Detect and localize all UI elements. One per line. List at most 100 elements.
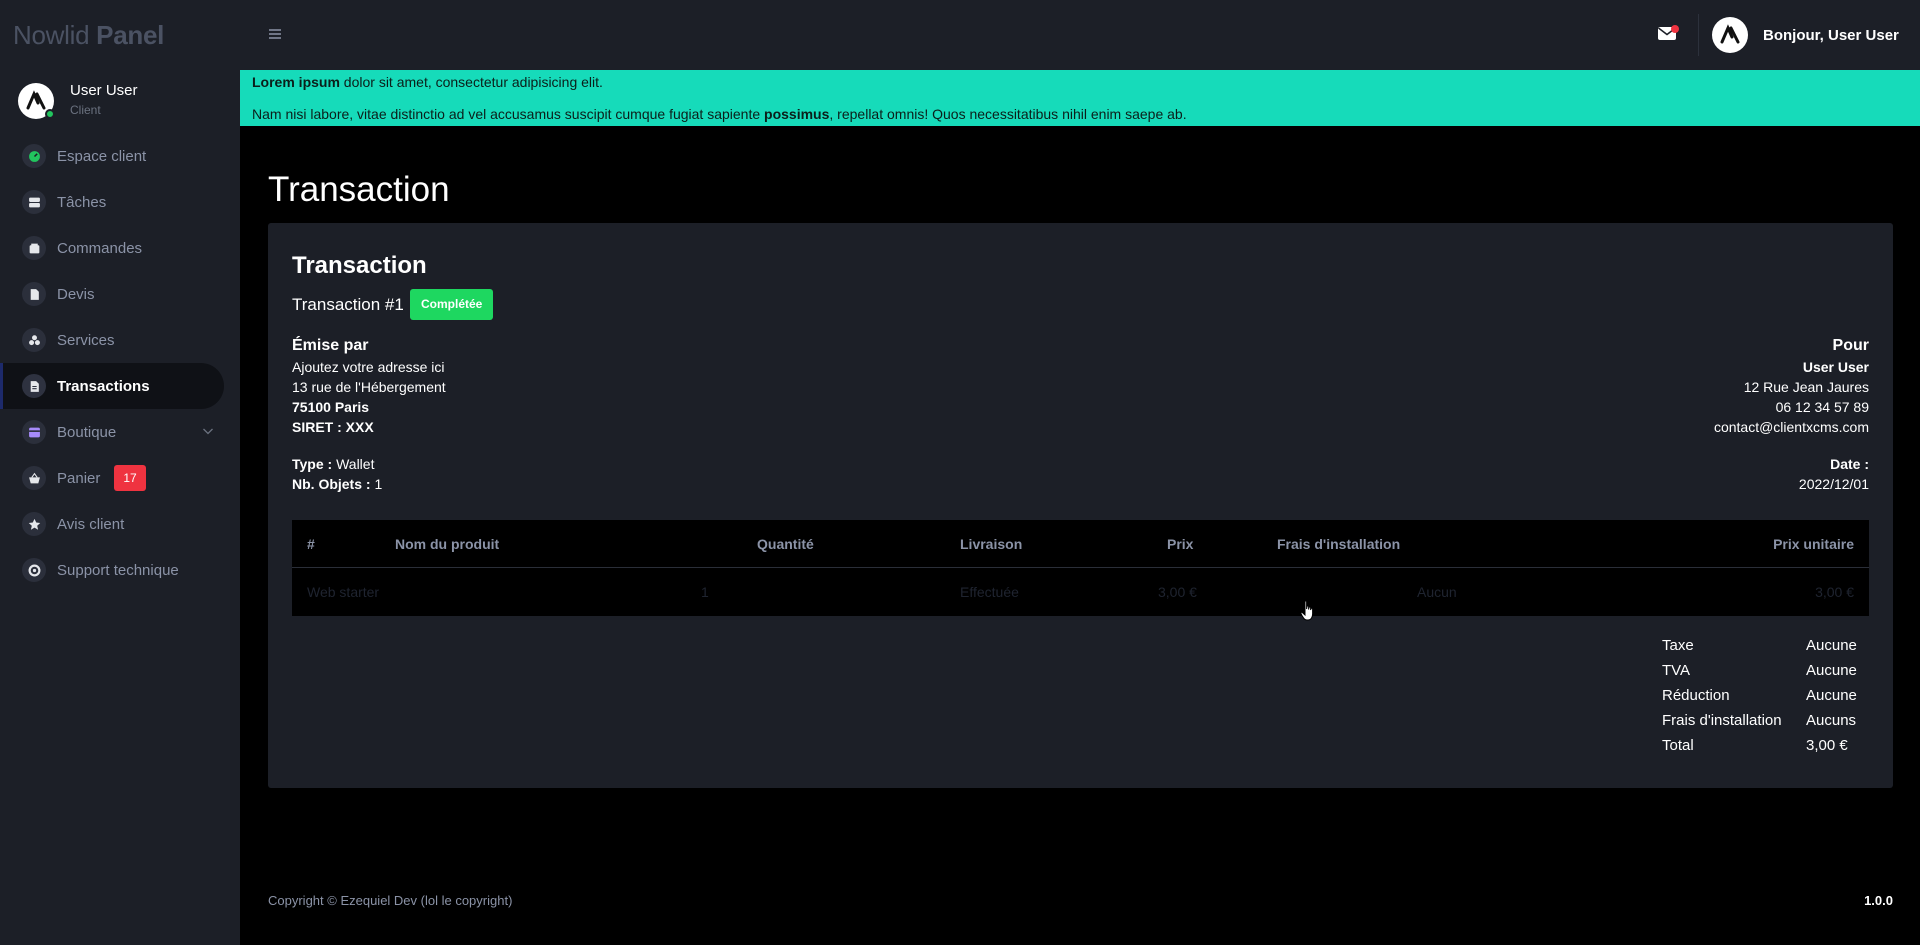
totals-label: Taxe bbox=[1662, 637, 1694, 654]
column-header: Frais d'installation bbox=[1277, 536, 1401, 552]
dashboard-icon bbox=[22, 144, 46, 168]
sidebar-item-label: Boutique bbox=[57, 423, 117, 441]
box-icon bbox=[22, 236, 46, 260]
alert-bold-text: Lorem ipsum bbox=[252, 74, 340, 90]
brand-name-light: Nowlid bbox=[13, 20, 97, 50]
objects-label: Nb. Objets : bbox=[292, 476, 371, 492]
quantity-cell: 1 bbox=[701, 584, 709, 600]
product-name-cell: Web starter bbox=[307, 584, 380, 600]
column-header: Prix unitaire bbox=[1773, 536, 1854, 552]
totals-row: Réduction Aucune bbox=[1662, 687, 1862, 712]
recipient-heading: Pour bbox=[1832, 337, 1869, 354]
sidebar-item-label: Devis bbox=[57, 285, 95, 303]
transaction-card: Transaction Transaction #1 Complétée Émi… bbox=[268, 223, 1893, 788]
sidebar-item-support-technique[interactable]: Support technique bbox=[0, 547, 240, 593]
totals-value: Aucune bbox=[1806, 662, 1857, 679]
hand-cursor-icon bbox=[1300, 600, 1314, 621]
store-icon bbox=[22, 420, 46, 444]
totals-label: TVA bbox=[1662, 662, 1691, 679]
transaction-meta: Type : Wallet Nb. Objets : 1 bbox=[292, 454, 382, 494]
file-icon bbox=[22, 282, 46, 306]
setup-fee-cell: Aucun bbox=[1417, 584, 1457, 600]
footer-version: 1.0.0 bbox=[1864, 893, 1893, 908]
recipient-phone: 06 12 34 57 89 bbox=[1775, 399, 1869, 415]
sidebar-item-label: Commandes bbox=[57, 239, 143, 257]
logo-icon bbox=[26, 89, 46, 109]
table-row[interactable]: Web starter 1 Effectuée 3,00 € Aucun 3,0… bbox=[292, 568, 1869, 616]
sidebar-item-label: Espace client bbox=[57, 147, 147, 165]
column-header: Prix bbox=[1167, 536, 1194, 552]
chevron-down-icon[interactable] bbox=[202, 425, 214, 437]
issuer-heading: Émise par bbox=[292, 337, 369, 354]
column-header: # bbox=[307, 536, 315, 552]
date-label: Date : bbox=[1830, 456, 1869, 472]
card-title: Transaction bbox=[292, 252, 427, 279]
menu-icon[interactable] bbox=[268, 27, 282, 41]
alert-text: , repellat omnis! Quos necessitatibus ni… bbox=[829, 106, 1187, 122]
sidebar-item-commandes[interactable]: Commandes bbox=[0, 225, 240, 271]
objects-value: 1 bbox=[370, 476, 383, 492]
cart-count-badge: 17 bbox=[114, 465, 146, 491]
sidebar-user-role: Client bbox=[70, 103, 101, 117]
user-greeting[interactable]: Bonjour, User User bbox=[1763, 27, 1899, 44]
lifebuoy-icon bbox=[22, 558, 46, 582]
unit-price-cell: 3,00 € bbox=[1815, 584, 1854, 600]
logo-icon bbox=[1720, 24, 1740, 44]
divider bbox=[1698, 14, 1699, 56]
totals-row: Frais d'installation Aucuns bbox=[1662, 712, 1862, 737]
sidebar-item-transactions[interactable]: Transactions bbox=[0, 363, 224, 409]
server-icon bbox=[22, 190, 46, 214]
page-title: Transaction bbox=[268, 170, 450, 209]
status-badge: Complétée bbox=[410, 289, 494, 320]
avatar bbox=[18, 82, 55, 119]
footer-copyright: Copyright © Ezequiel Dev (lol le copyrig… bbox=[268, 893, 513, 908]
notification-dot bbox=[1671, 25, 1679, 33]
totals-label: Réduction bbox=[1662, 687, 1730, 704]
issuer-block: Émise par Ajoutez votre adresse ici 13 r… bbox=[292, 335, 446, 437]
alert-text: Nam nisi labore, vitae distinctio ad vel… bbox=[252, 106, 765, 122]
totals-value: Aucune bbox=[1806, 637, 1857, 654]
cubes-icon bbox=[22, 328, 46, 352]
totals-value: Aucuns bbox=[1806, 712, 1857, 729]
sidebar-user-name: User User bbox=[70, 82, 138, 99]
sidebar-item-panier[interactable]: Panier 17 bbox=[0, 455, 240, 501]
totals-row: Taxe Aucune bbox=[1662, 637, 1862, 662]
sidebar-item-label: Tâches bbox=[57, 193, 107, 211]
totals-value: 3,00 € bbox=[1806, 737, 1848, 754]
sidebar-item-label: Panier bbox=[57, 469, 101, 487]
brand-logo[interactable]: Nowlid Panel bbox=[13, 20, 164, 51]
recipient-email: contact@clientxcms.com bbox=[1713, 419, 1869, 435]
alert-text: dolor sit amet, consectetur adipisicing … bbox=[339, 74, 603, 90]
issuer-line: 13 rue de l'Hébergement bbox=[292, 379, 446, 395]
recipient-name: User User bbox=[1802, 359, 1869, 375]
totals-row: Total 3,00 € bbox=[1662, 737, 1862, 762]
totals-label: Frais d'installation bbox=[1662, 712, 1782, 729]
sidebar-item-label: Support technique bbox=[57, 561, 179, 579]
table-header: # Nom du produit Quantité Livraison Prix… bbox=[292, 520, 1869, 568]
sidebar-item-label: Services bbox=[57, 331, 115, 349]
user-avatar[interactable] bbox=[1712, 17, 1748, 53]
recipient-address: 12 Rue Jean Jaures bbox=[1743, 379, 1869, 395]
alert-bold-text: possimus bbox=[764, 106, 830, 122]
sidebar-item-devis[interactable]: Devis bbox=[0, 271, 240, 317]
online-status-dot bbox=[45, 108, 55, 119]
sidebar-item-avis-client[interactable]: Avis client bbox=[0, 501, 240, 547]
price-cell: 3,00 € bbox=[1158, 584, 1197, 600]
star-icon bbox=[22, 512, 46, 536]
alert-line-1: Lorem ipsum dolor sit amet, consectetur … bbox=[252, 74, 603, 90]
sidebar-item-services[interactable]: Services bbox=[0, 317, 240, 363]
sidebar-item-label: Avis client bbox=[57, 515, 125, 533]
date-value: 2022/12/01 bbox=[1798, 476, 1869, 492]
sidebar-item-taches[interactable]: Tâches bbox=[0, 179, 240, 225]
basket-icon bbox=[22, 466, 46, 490]
issuer-line: 75100 Paris bbox=[292, 399, 370, 415]
items-table: # Nom du produit Quantité Livraison Prix… bbox=[292, 520, 1869, 616]
sidebar-item-boutique[interactable]: Boutique bbox=[0, 409, 240, 455]
totals-summary: Taxe Aucune TVA Aucune Réduction Aucune Fra… bbox=[1662, 637, 1862, 762]
sidebar-item-espace-client[interactable]: Espace client bbox=[0, 133, 240, 179]
brand-name-bold: Panel bbox=[96, 20, 165, 50]
totals-value: Aucune bbox=[1806, 687, 1857, 704]
delivery-cell: Effectuée bbox=[960, 584, 1019, 600]
alert-line-2: Nam nisi labore, vitae distinctio ad vel… bbox=[252, 106, 1187, 122]
sidebar-user[interactable]: User User Client bbox=[18, 82, 138, 119]
